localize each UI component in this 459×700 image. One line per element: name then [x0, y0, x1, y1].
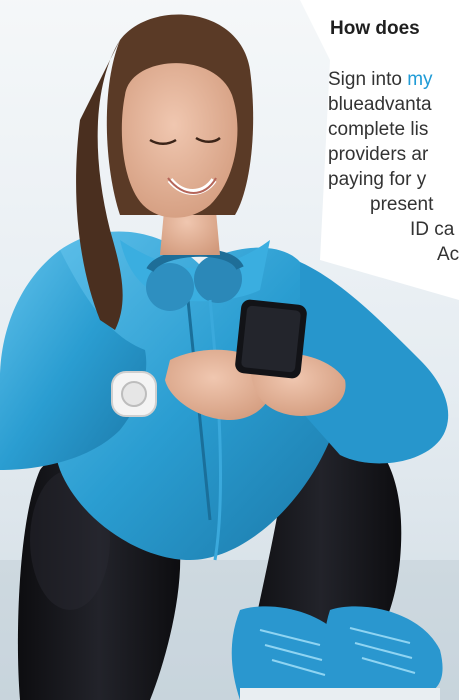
- page: How does Sign into my blueadvanta comple…: [0, 0, 459, 700]
- watch-icon: [111, 371, 157, 417]
- smartphone-icon: [235, 299, 307, 379]
- hero-photo: [0, 0, 459, 700]
